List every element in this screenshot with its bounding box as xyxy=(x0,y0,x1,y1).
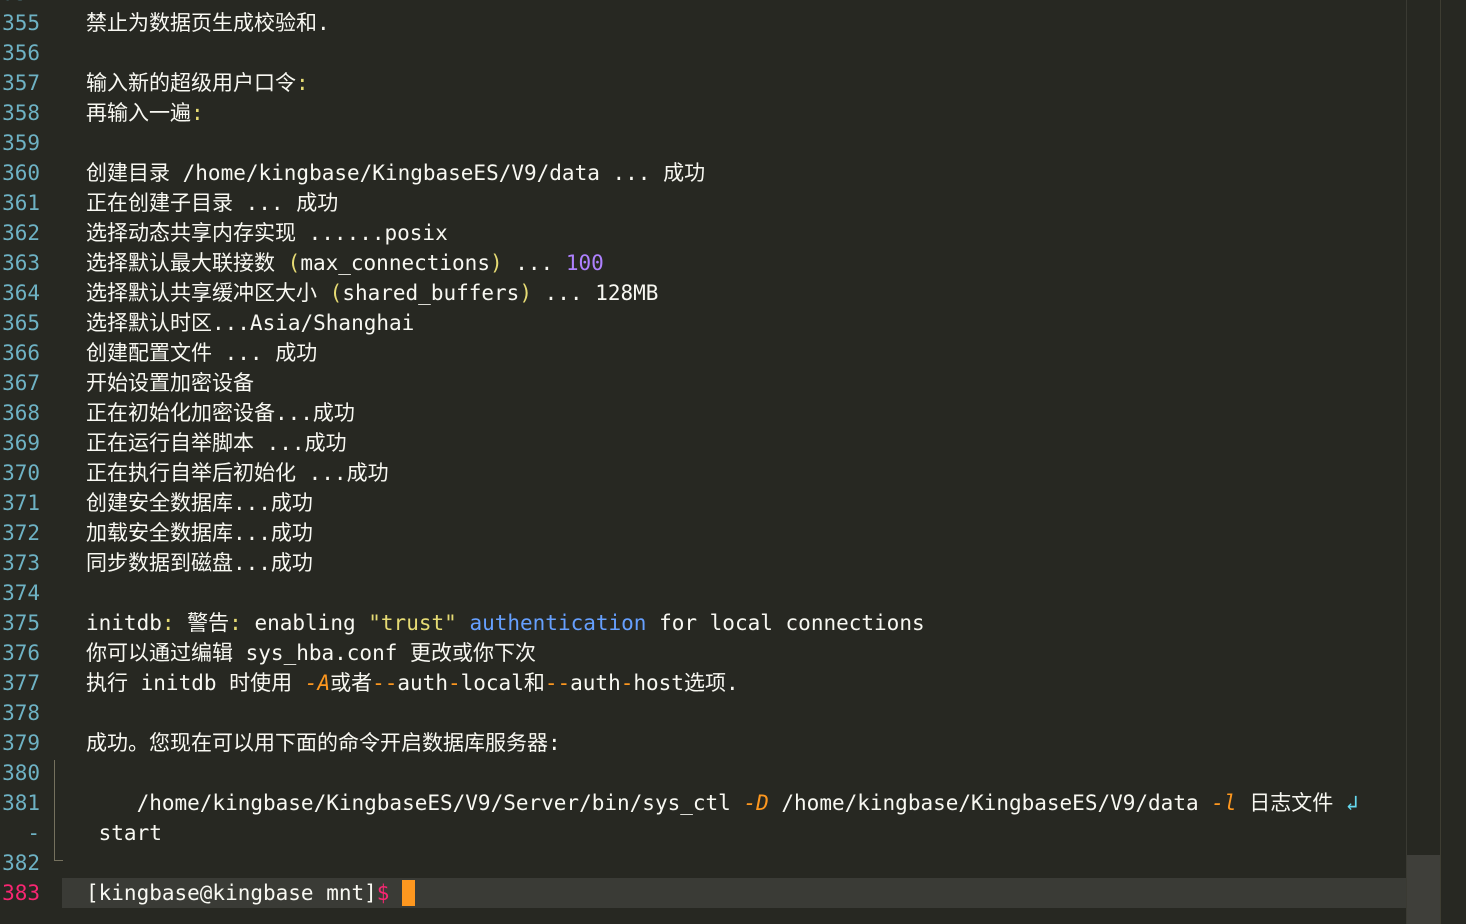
line-number: 363 xyxy=(2,251,40,275)
wrap-bracket xyxy=(54,760,63,861)
output-line: 正在执行自举后初始化 ...成功 xyxy=(86,461,389,485)
output-line: 创建目录 /home/kingbase/KingbaseES/V9/data .… xyxy=(86,161,706,185)
prompt-dollar: $ xyxy=(376,881,390,905)
line-number: 381 xyxy=(2,791,40,815)
line-number: 375 xyxy=(2,611,40,635)
output-line: 开始设置加密设备 xyxy=(86,371,254,395)
wrap-continuation-marker: - xyxy=(27,821,40,845)
output-line-wrapped: start xyxy=(86,821,162,845)
output-line: 你可以通过编辑 sys_hba.conf 更改或你下次 xyxy=(86,641,537,665)
output-line: 创建配置文件 ... 成功 xyxy=(86,341,318,365)
line-number: 368 xyxy=(2,401,40,425)
line-number: 359 xyxy=(2,131,40,155)
line-number: 369 xyxy=(2,431,40,455)
current-line-number: 383 xyxy=(2,881,40,905)
line-number-gutter: 354 355 356 357 358 359 360 361 362 363 … xyxy=(0,0,56,924)
output-line: 成功。您现在可以用下面的命令开启数据库服务器: xyxy=(86,731,561,755)
output-line: 选择动态共享内存实现 ......posix xyxy=(86,221,448,245)
output-line: 正在初始化加密设备...成功 xyxy=(86,401,355,425)
output-line: 选择默认共享缓冲区大小 (shared_buffers) ... 128MB xyxy=(86,281,659,305)
shell-prompt-line[interactable]: [kingbase@kingbase mnt]$ xyxy=(86,878,416,908)
line-number: 355 xyxy=(2,11,40,35)
output-line: 禁止为数据页生成校验和. xyxy=(86,11,330,35)
line-number: 378 xyxy=(2,701,40,725)
text-cursor xyxy=(402,880,416,906)
line-number: 358 xyxy=(2,101,40,125)
line-number: 364 xyxy=(2,281,40,305)
output-line: 正在创建子目录 ... 成功 xyxy=(86,191,339,215)
shell-prompt: [kingbase@kingbase mnt] xyxy=(86,881,377,905)
line-number: 366 xyxy=(2,341,40,365)
line-number: 380 xyxy=(2,761,40,785)
ruler-line xyxy=(1440,0,1441,924)
output-line: 加载安全数据库...成功 xyxy=(86,521,313,545)
terminal-editor[interactable]: 354 355 356 357 358 359 360 361 362 363 … xyxy=(0,0,1466,924)
output-line: 输入新的超级用户口令: xyxy=(86,71,309,95)
output-line: 选择默认最大联接数 (max_connections) ... 100 xyxy=(86,251,604,275)
line-number: 356 xyxy=(2,41,40,65)
output-line-warning: initdb: 警告: enabling "trust" authenticat… xyxy=(86,611,925,635)
output-line: 再输入一遍: xyxy=(86,101,204,125)
line-number: 357 xyxy=(2,71,40,95)
line-number: 361 xyxy=(2,191,40,215)
output-line: 执行 initdb 时使用 -A或者--auth-local和--auth-ho… xyxy=(86,671,739,695)
terminal-output[interactable]: 禁止为数据页生成校验和. 输入新的超级用户口令: 再输入一遍: 创建目录 /ho… xyxy=(86,0,1406,924)
output-line: 创建安全数据库...成功 xyxy=(86,491,313,515)
scrollbar-thumb[interactable] xyxy=(1407,855,1440,924)
line-number: 373 xyxy=(2,551,40,575)
line-number: 374 xyxy=(2,581,40,605)
line-number: 376 xyxy=(2,641,40,665)
line-number: 382 xyxy=(2,851,40,875)
line-number: 377 xyxy=(2,671,40,695)
output-line: 同步数据到磁盘...成功 xyxy=(86,551,313,575)
line-number: 362 xyxy=(2,221,40,245)
line-number: 370 xyxy=(2,461,40,485)
line-number: 372 xyxy=(2,521,40,545)
output-line-command: /home/kingbase/KingbaseES/V9/Server/bin/… xyxy=(86,791,1359,815)
line-number: 354 xyxy=(0,0,40,8)
output-line: 选择默认时区...Asia/Shanghai xyxy=(86,311,415,335)
line-number: 360 xyxy=(2,161,40,185)
line-number: 365 xyxy=(2,311,40,335)
line-number: 379 xyxy=(2,731,40,755)
scrollbar-divider xyxy=(1406,0,1407,924)
line-number: 367 xyxy=(2,371,40,395)
line-number: 371 xyxy=(2,491,40,515)
line-wrap-icon: ↲ xyxy=(1345,791,1359,815)
output-line: 正在运行自举脚本 ...成功 xyxy=(86,431,347,455)
